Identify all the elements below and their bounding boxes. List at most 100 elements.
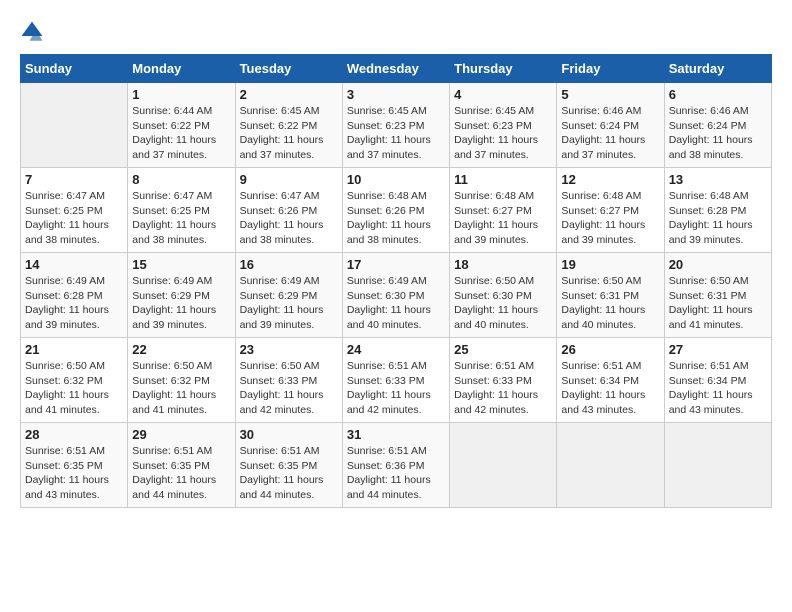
week-row-3: 14 Sunrise: 6:49 AM Sunset: 6:28 PM Dayli…	[21, 253, 772, 338]
day-info: Sunrise: 6:49 AM Sunset: 6:29 PM Dayligh…	[132, 274, 230, 333]
day-cell	[557, 423, 664, 508]
day-cell: 26Sunrise: 6:51 AM Sunset: 6:34 PM Dayli…	[557, 338, 664, 423]
day-number: 28	[25, 427, 123, 442]
day-cell: 5 Sunrise: 6:46 AM Sunset: 6:24 PM Daylig…	[557, 83, 664, 168]
logo-icon	[20, 20, 44, 44]
day-info: Sunrise: 6:45 AM Sunset: 6:23 PM Dayligh…	[347, 104, 445, 163]
day-cell: 8 Sunrise: 6:47 AM Sunset: 6:25 PM Daylig…	[128, 168, 235, 253]
day-number: 20	[669, 257, 767, 272]
day-info: Sunrise: 6:49 AM Sunset: 6:29 PM Dayligh…	[240, 274, 338, 333]
day-cell: 27 Sunrise: 6:51 AM Sunset: 6:34 PM Dayli…	[664, 338, 771, 423]
day-number: 8	[132, 172, 230, 187]
day-cell: 17Sunrise: 6:49 AM Sunset: 6:30 PM Dayli…	[342, 253, 449, 338]
day-number: 5	[561, 87, 659, 102]
week-row-1: 1 Sunrise: 6:44 AM Sunset: 6:22 PM Daylig…	[21, 83, 772, 168]
weekday-header-thursday: Thursday	[450, 55, 557, 83]
day-info: Sunrise: 6:50 AM Sunset: 6:30 PM Dayligh…	[454, 274, 552, 333]
day-cell: 10 Sunrise: 6:48 AM Sunset: 6:26 PM Dayli…	[342, 168, 449, 253]
day-number: 1	[132, 87, 230, 102]
day-info: Sunrise: 6:50 AM Sunset: 6:31 PM Dayligh…	[669, 274, 767, 333]
day-info: Sunrise: 6:51 AM Sunset: 6:34 PM Dayligh…	[669, 359, 767, 418]
day-cell: 14 Sunrise: 6:49 AM Sunset: 6:28 PM Dayli…	[21, 253, 128, 338]
day-cell: 9 Sunrise: 6:47 AM Sunset: 6:26 PM Daylig…	[235, 168, 342, 253]
day-cell: 21 Sunrise: 6:50 AM Sunset: 6:32 PM Dayli…	[21, 338, 128, 423]
day-cell: 18 Sunrise: 6:50 AM Sunset: 6:30 PM Dayli…	[450, 253, 557, 338]
day-cell: 25 Sunrise: 6:51 AM Sunset: 6:33 PM Dayli…	[450, 338, 557, 423]
day-number: 9	[240, 172, 338, 187]
day-cell	[664, 423, 771, 508]
day-info: Sunrise: 6:51 AM Sunset: 6:33 PM Dayligh…	[454, 359, 552, 418]
day-number: 24	[347, 342, 445, 357]
day-info: Sunrise: 6:50 AM Sunset: 6:33 PM Dayligh…	[240, 359, 338, 418]
day-cell: 7Sunrise: 6:47 AM Sunset: 6:25 PM Daylig…	[21, 168, 128, 253]
day-info: Sunrise: 6:50 AM Sunset: 6:32 PM Dayligh…	[132, 359, 230, 418]
day-number: 6	[669, 87, 767, 102]
day-info: Sunrise: 6:47 AM Sunset: 6:25 PM Dayligh…	[25, 189, 123, 248]
day-number: 31	[347, 427, 445, 442]
day-info: Sunrise: 6:44 AM Sunset: 6:22 PM Dayligh…	[132, 104, 230, 163]
day-cell: 31 Sunrise: 6:51 AM Sunset: 6:36 PM Dayli…	[342, 423, 449, 508]
day-info: Sunrise: 6:45 AM Sunset: 6:23 PM Dayligh…	[454, 104, 552, 163]
day-number: 18	[454, 257, 552, 272]
day-cell: 28 Sunrise: 6:51 AM Sunset: 6:35 PM Dayli…	[21, 423, 128, 508]
day-cell: 24 Sunrise: 6:51 AM Sunset: 6:33 PM Dayli…	[342, 338, 449, 423]
day-number: 21	[25, 342, 123, 357]
day-number: 22	[132, 342, 230, 357]
calendar-table: SundayMondayTuesdayWednesdayThursdayFrid…	[20, 54, 772, 508]
weekday-header-monday: Monday	[128, 55, 235, 83]
day-number: 11	[454, 172, 552, 187]
day-cell: 19Sunrise: 6:50 AM Sunset: 6:31 PM Dayli…	[557, 253, 664, 338]
day-cell: 2 Sunrise: 6:45 AM Sunset: 6:22 PM Daylig…	[235, 83, 342, 168]
day-info: Sunrise: 6:51 AM Sunset: 6:36 PM Dayligh…	[347, 444, 445, 503]
day-info: Sunrise: 6:46 AM Sunset: 6:24 PM Dayligh…	[561, 104, 659, 163]
day-number: 19	[561, 257, 659, 272]
weekday-header-saturday: Saturday	[664, 55, 771, 83]
day-info: Sunrise: 6:50 AM Sunset: 6:32 PM Dayligh…	[25, 359, 123, 418]
day-cell: 30 Sunrise: 6:51 AM Sunset: 6:35 PM Dayli…	[235, 423, 342, 508]
day-info: Sunrise: 6:51 AM Sunset: 6:33 PM Dayligh…	[347, 359, 445, 418]
day-number: 23	[240, 342, 338, 357]
day-info: Sunrise: 6:51 AM Sunset: 6:35 PM Dayligh…	[25, 444, 123, 503]
day-number: 10	[347, 172, 445, 187]
day-cell: 20 Sunrise: 6:50 AM Sunset: 6:31 PM Dayli…	[664, 253, 771, 338]
day-cell: 22 Sunrise: 6:50 AM Sunset: 6:32 PM Dayli…	[128, 338, 235, 423]
week-row-2: 7Sunrise: 6:47 AM Sunset: 6:25 PM Daylig…	[21, 168, 772, 253]
day-info: Sunrise: 6:47 AM Sunset: 6:26 PM Dayligh…	[240, 189, 338, 248]
day-cell: 29 Sunrise: 6:51 AM Sunset: 6:35 PM Dayli…	[128, 423, 235, 508]
day-cell: 16 Sunrise: 6:49 AM Sunset: 6:29 PM Dayli…	[235, 253, 342, 338]
day-number: 29	[132, 427, 230, 442]
weekday-header-wednesday: Wednesday	[342, 55, 449, 83]
week-row-4: 21 Sunrise: 6:50 AM Sunset: 6:32 PM Dayli…	[21, 338, 772, 423]
day-info: Sunrise: 6:46 AM Sunset: 6:24 PM Dayligh…	[669, 104, 767, 163]
day-number: 17	[347, 257, 445, 272]
weekday-header-tuesday: Tuesday	[235, 55, 342, 83]
day-number: 26	[561, 342, 659, 357]
day-cell: 6 Sunrise: 6:46 AM Sunset: 6:24 PM Daylig…	[664, 83, 771, 168]
day-info: Sunrise: 6:51 AM Sunset: 6:35 PM Dayligh…	[132, 444, 230, 503]
logo	[20, 20, 48, 44]
day-info: Sunrise: 6:48 AM Sunset: 6:27 PM Dayligh…	[454, 189, 552, 248]
day-info: Sunrise: 6:48 AM Sunset: 6:27 PM Dayligh…	[561, 189, 659, 248]
day-cell: 1 Sunrise: 6:44 AM Sunset: 6:22 PM Daylig…	[128, 83, 235, 168]
day-number: 15	[132, 257, 230, 272]
day-number: 25	[454, 342, 552, 357]
day-info: Sunrise: 6:47 AM Sunset: 6:25 PM Dayligh…	[132, 189, 230, 248]
day-cell: 15 Sunrise: 6:49 AM Sunset: 6:29 PM Dayli…	[128, 253, 235, 338]
day-number: 3	[347, 87, 445, 102]
week-row-5: 28 Sunrise: 6:51 AM Sunset: 6:35 PM Dayli…	[21, 423, 772, 508]
day-number: 14	[25, 257, 123, 272]
day-cell	[21, 83, 128, 168]
day-info: Sunrise: 6:45 AM Sunset: 6:22 PM Dayligh…	[240, 104, 338, 163]
day-info: Sunrise: 6:48 AM Sunset: 6:28 PM Dayligh…	[669, 189, 767, 248]
day-number: 27	[669, 342, 767, 357]
day-cell: 23 Sunrise: 6:50 AM Sunset: 6:33 PM Dayli…	[235, 338, 342, 423]
day-number: 30	[240, 427, 338, 442]
day-number: 2	[240, 87, 338, 102]
day-cell: 11 Sunrise: 6:48 AM Sunset: 6:27 PM Dayli…	[450, 168, 557, 253]
day-info: Sunrise: 6:49 AM Sunset: 6:28 PM Dayligh…	[25, 274, 123, 333]
page-header	[20, 20, 772, 44]
day-number: 16	[240, 257, 338, 272]
day-info: Sunrise: 6:48 AM Sunset: 6:26 PM Dayligh…	[347, 189, 445, 248]
day-cell: 4Sunrise: 6:45 AM Sunset: 6:23 PM Daylig…	[450, 83, 557, 168]
day-info: Sunrise: 6:51 AM Sunset: 6:35 PM Dayligh…	[240, 444, 338, 503]
